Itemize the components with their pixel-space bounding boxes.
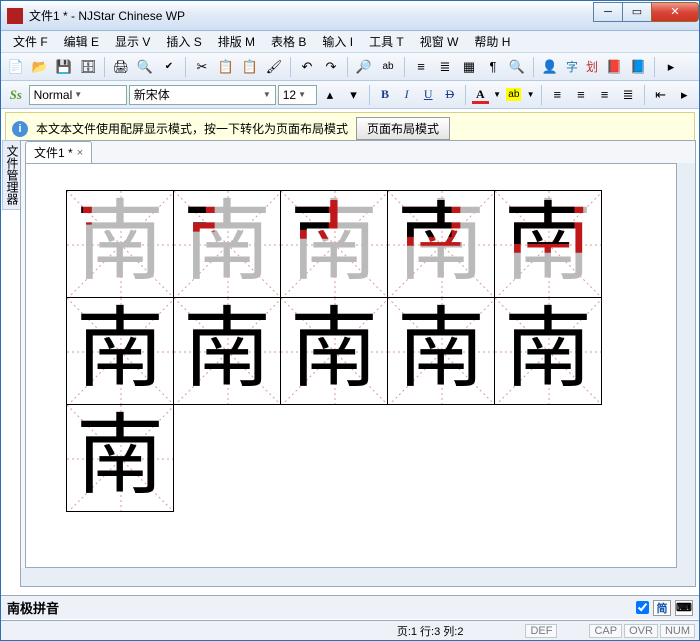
menu-insert[interactable]: 插入 S xyxy=(158,31,209,52)
stroke-cell: 南南南 xyxy=(494,190,602,298)
bold-button[interactable]: B xyxy=(375,85,395,105)
open-icon[interactable]: 📂 xyxy=(29,56,51,78)
stroke-cell: 南南 xyxy=(66,297,174,405)
ime-simp-button[interactable]: 简 xyxy=(653,600,671,616)
pilcrow-icon[interactable]: ¶ xyxy=(482,56,504,78)
menu-help[interactable]: 帮助 H xyxy=(466,31,518,52)
maximize-button[interactable]: ▭ xyxy=(622,2,652,22)
ime-bar: 南极拼音 简 ⌨ xyxy=(1,595,699,619)
page-layout-button[interactable]: 页面布局模式 xyxy=(356,117,450,140)
menu-tools[interactable]: 工具 T xyxy=(361,31,412,52)
format-painter-icon[interactable]: 🖌 xyxy=(263,56,285,78)
document-page[interactable]: 南南南南南南南南南南南南南南南南南南南南南南南南南南南 xyxy=(25,163,677,568)
stroke-cell: 南南南 xyxy=(66,190,174,298)
save-icon[interactable]: 💾 xyxy=(53,56,75,78)
print-icon[interactable]: 🖨 xyxy=(110,56,132,78)
tab-close-icon[interactable]: × xyxy=(77,147,83,159)
size-select[interactable]: 12▼ xyxy=(278,85,317,105)
size-down-icon[interactable]: ▾ xyxy=(343,84,365,106)
workspace: 文件1 * × 南南南南南南南南南南南南南南南南南南南南南南南南南南南 xyxy=(20,140,696,587)
tab-label: 文件1 * xyxy=(34,144,73,161)
info-icon: i xyxy=(12,121,28,137)
overflow-icon[interactable]: ▸ xyxy=(660,56,682,78)
stroke-cell: 南南 xyxy=(66,404,174,512)
cut-icon[interactable]: ✂ xyxy=(191,56,213,78)
menu-edit[interactable]: 编辑 E xyxy=(56,31,107,52)
para-icon[interactable]: ≣ xyxy=(434,56,456,78)
menu-input[interactable]: 输入 I xyxy=(314,31,361,52)
size-up-icon[interactable]: ▴ xyxy=(319,84,341,106)
ime-keyboard-icon[interactable]: ⌨ xyxy=(675,600,693,616)
redo-icon[interactable]: ↷ xyxy=(320,56,342,78)
para-left-icon[interactable]: ≡ xyxy=(410,56,432,78)
status-position: 页:1 行:3 列:2 xyxy=(397,623,464,639)
align-center-icon[interactable]: ≡ xyxy=(570,84,592,106)
copy-icon[interactable]: 📋 xyxy=(215,56,237,78)
style-select[interactable]: Normal▼ xyxy=(29,85,127,105)
book-icon[interactable]: 📕 xyxy=(603,56,625,78)
align-left-icon[interactable]: ≡ xyxy=(547,84,569,106)
status-num: NUM xyxy=(660,624,695,638)
highlight-drop-icon[interactable]: ▼ xyxy=(526,84,536,106)
stroke-cell: 南南南 xyxy=(173,190,281,298)
status-def: DEF xyxy=(525,624,557,638)
status-ovr: OVR xyxy=(624,624,658,638)
minimize-button[interactable]: ─ xyxy=(593,2,623,22)
find-icon[interactable]: 🔎 xyxy=(353,56,375,78)
title-bar: 文件1 * - NJStar Chinese WP ─ ▭ ✕ xyxy=(1,1,699,31)
menu-view[interactable]: 显示 V xyxy=(107,31,158,52)
underline-button[interactable]: U xyxy=(418,85,438,105)
stroke-cell: 南南 xyxy=(280,297,388,405)
toolbar-main: 📄 📂 💾 🗄 🖨 🔍 ✔ ✂ 📋 📋 🖌 ↶ ↷ 🔎 ab ≡ ≣ ▦ ¶ 🔍… xyxy=(1,53,699,81)
menu-format[interactable]: 排版 M xyxy=(210,31,263,52)
menu-file[interactable]: 文件 F xyxy=(5,31,56,52)
save-all-icon[interactable]: 🗄 xyxy=(77,56,99,78)
menu-bar: 文件 F 编辑 E 显示 V 插入 S 排版 M 表格 B 输入 I 工具 T … xyxy=(1,31,699,53)
ime-name: 南极拼音 xyxy=(7,598,59,617)
stroke-cell: 南南 xyxy=(173,297,281,405)
document-tab[interactable]: 文件1 * × xyxy=(25,141,92,163)
stroke-cell: 南南 xyxy=(387,297,495,405)
menu-table[interactable]: 表格 B xyxy=(263,31,314,52)
styles-icon[interactable]: Ss xyxy=(5,84,27,106)
status-bar: 页:1 行:3 列:2 DEF CAP OVR NUM xyxy=(1,620,699,640)
person-icon[interactable]: 👤 xyxy=(539,56,561,78)
columns-icon[interactable]: ▦ xyxy=(458,56,480,78)
align-right-icon[interactable]: ≡ xyxy=(594,84,616,106)
strike-button[interactable]: D xyxy=(440,85,460,105)
paste-icon[interactable]: 📋 xyxy=(239,56,261,78)
close-button[interactable]: ✕ xyxy=(651,2,699,22)
stroke-cell: 南南南 xyxy=(280,190,388,298)
align-justify-icon[interactable]: ≣ xyxy=(617,84,639,106)
vertical-scrollbar[interactable] xyxy=(677,163,695,568)
font-color-button[interactable]: A xyxy=(471,85,491,105)
toolbar-format: Ss Normal▼ 新宋体▼ 12▼ ▴ ▾ B I U D A ▼ ab ▼… xyxy=(1,81,699,109)
overflow2-icon[interactable]: ▸ xyxy=(673,84,695,106)
stroke-grid: 南南南南南南南南南南南南南南南南南南南南南南南南南南南 xyxy=(66,190,636,511)
spellcheck-icon[interactable]: ✔ xyxy=(158,56,180,78)
stroke-cell: 南南 xyxy=(494,297,602,405)
app-icon xyxy=(7,8,23,24)
menu-window[interactable]: 视窗 W xyxy=(412,31,467,52)
stroke-cell: 南南南 xyxy=(387,190,495,298)
ime-checkbox[interactable] xyxy=(636,601,649,614)
tab-bar: 文件1 * × xyxy=(21,141,695,163)
char-tool-icon[interactable]: 字 xyxy=(563,56,581,78)
zoom-icon[interactable]: 🔍 xyxy=(506,56,528,78)
horizontal-scrollbar[interactable] xyxy=(21,568,695,586)
status-cap: CAP xyxy=(589,624,622,638)
font-color-drop-icon[interactable]: ▼ xyxy=(492,84,502,106)
replace-icon[interactable]: ab xyxy=(377,56,399,78)
info-text: 本文本文件使用配屏显示模式，按一下转化为页面布局模式 xyxy=(36,120,348,137)
italic-button[interactable]: I xyxy=(397,85,417,105)
font-select[interactable]: 新宋体▼ xyxy=(129,85,276,105)
highlight-button[interactable]: ab xyxy=(504,85,524,105)
stroke-tool-icon[interactable]: 划 xyxy=(583,56,601,78)
indent-left-icon[interactable]: ⇤ xyxy=(650,84,672,106)
undo-icon[interactable]: ↶ xyxy=(296,56,318,78)
dict-icon[interactable]: 📘 xyxy=(627,56,649,78)
window-title: 文件1 * - NJStar Chinese WP xyxy=(29,7,594,24)
new-icon[interactable]: 📄 xyxy=(5,56,27,78)
preview-icon[interactable]: 🔍 xyxy=(134,56,156,78)
